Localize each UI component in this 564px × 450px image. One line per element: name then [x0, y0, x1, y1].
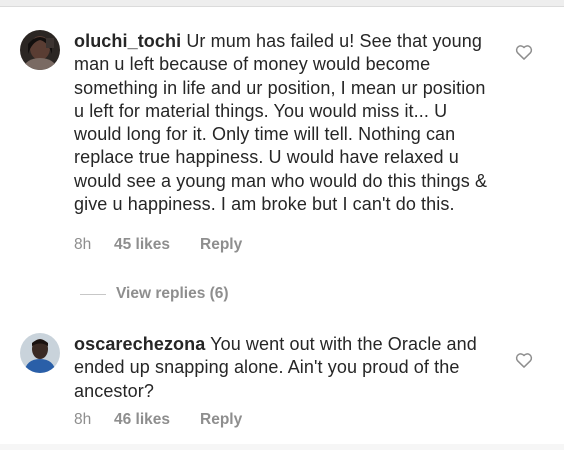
comment-meta: 8h 45 likes Reply [74, 236, 242, 254]
comment-time: 8h [74, 236, 92, 253]
view-replies-label[interactable]: View replies (6) [116, 285, 229, 303]
avatar[interactable] [20, 333, 60, 373]
avatar[interactable] [20, 30, 60, 70]
reply-button[interactable]: Reply [200, 411, 242, 429]
likes-count[interactable]: 46 likes [114, 411, 200, 429]
likes-count[interactable]: 45 likes [114, 236, 200, 254]
top-divider [0, 0, 564, 7]
reply-button[interactable]: Reply [200, 236, 242, 254]
view-replies-button[interactable]: View replies (6) [80, 285, 229, 303]
replies-divider-line [80, 293, 106, 295]
comment-time: 8h [74, 411, 92, 428]
comment-body: oluchi_tochi Ur mum has failed u! See th… [74, 30, 494, 216]
comment-meta: 8h 46 likes Reply [74, 411, 242, 429]
comment-body: oscarechezona You went out with the Orac… [74, 333, 494, 403]
heart-outline-icon[interactable] [514, 42, 534, 62]
comment-text: Ur mum has failed u! See that young man … [74, 31, 488, 215]
heart-outline-icon[interactable] [514, 350, 534, 370]
comment-username[interactable]: oluchi_tochi [74, 31, 181, 51]
bottom-divider [0, 444, 564, 450]
comment-username[interactable]: oscarechezona [74, 334, 205, 354]
